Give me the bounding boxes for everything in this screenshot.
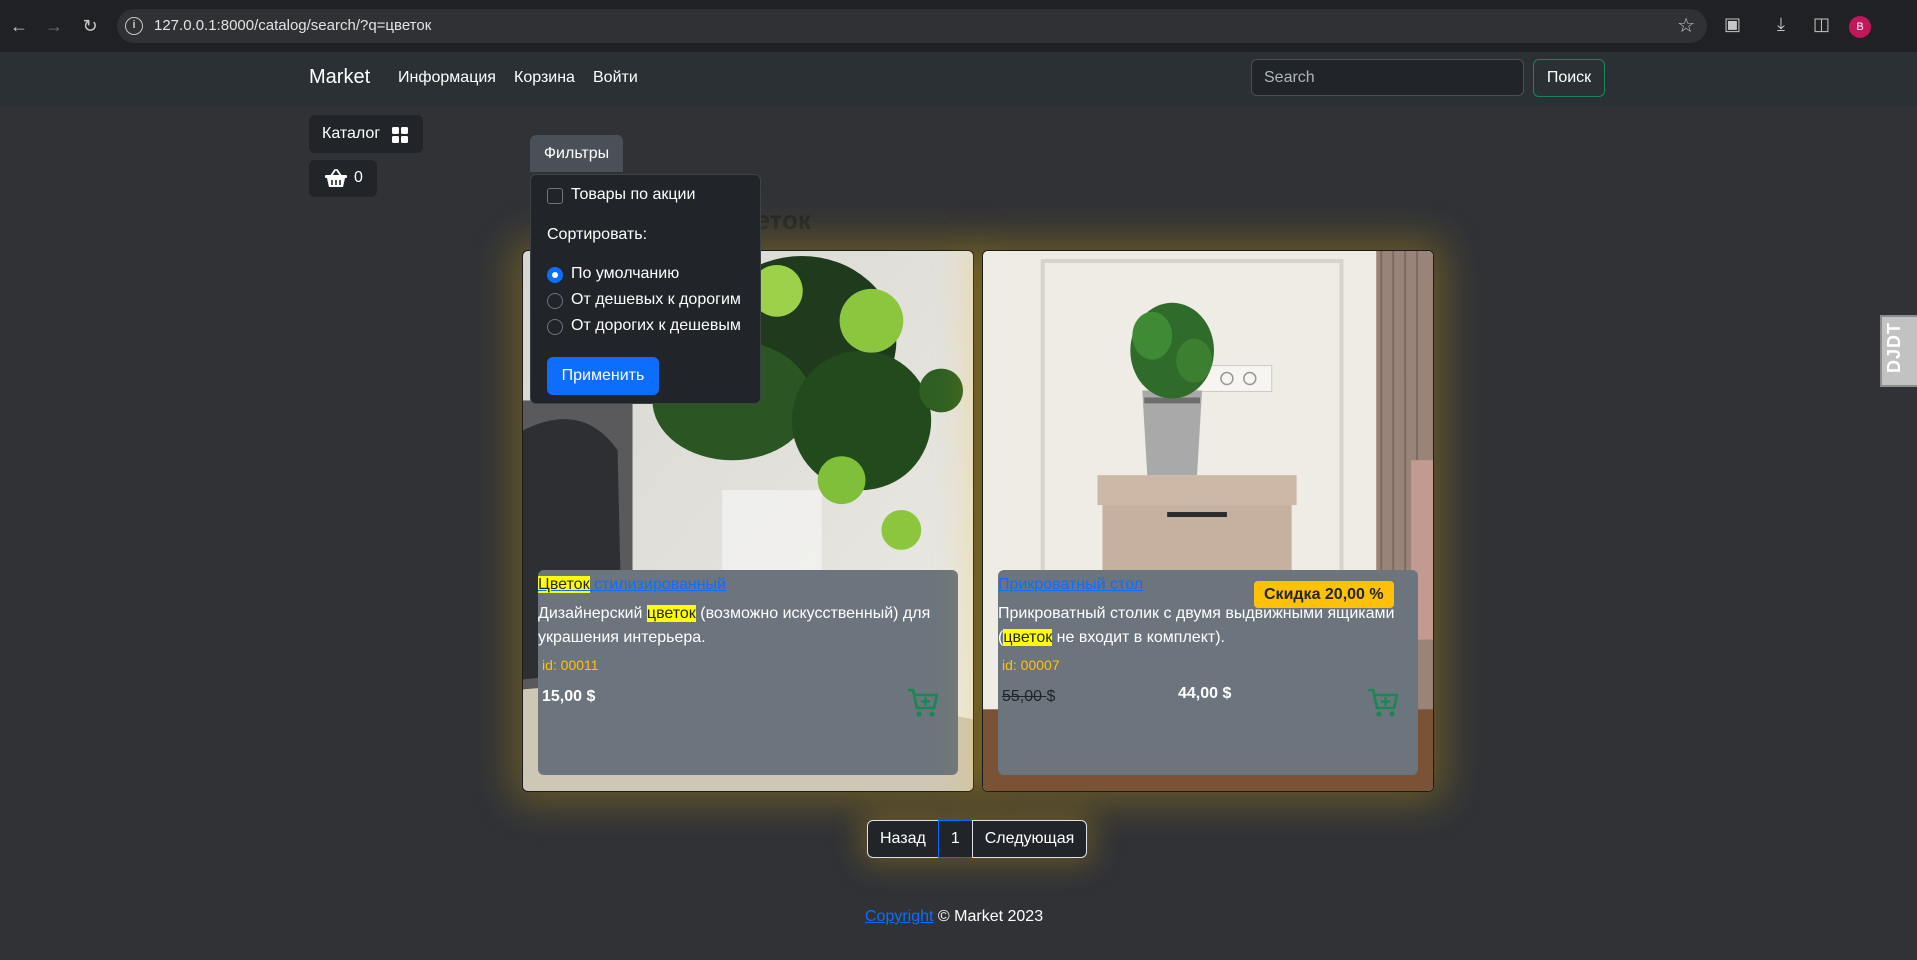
sort-cheap-first-radio[interactable] bbox=[547, 293, 563, 309]
filters-button[interactable]: Фильтры bbox=[530, 135, 623, 172]
nav-link-login[interactable]: Войти bbox=[593, 69, 638, 87]
on-sale-label[interactable]: Товары по акции bbox=[571, 186, 695, 204]
sort-expensive-first-radio[interactable] bbox=[547, 319, 563, 335]
sort-cheap-first-label[interactable]: От дешевых к дорогим bbox=[571, 291, 741, 309]
product-title-link[interactable]: Прикроватный стол bbox=[998, 576, 1143, 594]
add-to-cart-icon[interactable] bbox=[906, 686, 940, 720]
address-bar[interactable]: i 127.0.0.1:8000/catalog/search/?q=цвето… bbox=[117, 9, 1707, 43]
add-to-cart-icon[interactable] bbox=[1366, 686, 1400, 720]
side-panel-icon[interactable]: ◫ bbox=[1813, 14, 1830, 35]
product-description: Дизайнерский цветок (возможно искусствен… bbox=[538, 602, 958, 650]
footer: Copyright © Market 2023 bbox=[865, 908, 1043, 926]
product-card: Скидка 20,00 % Прикроватный стол Прикров… bbox=[982, 250, 1434, 792]
nav-link-cart[interactable]: Корзина bbox=[514, 69, 575, 87]
filters-dropdown: Товары по акции Сортировать: По умолчани… bbox=[530, 174, 761, 404]
product-title-highlight[interactable]: Цветок bbox=[538, 576, 590, 593]
description-part: не входит в комплект). bbox=[1052, 629, 1225, 646]
sort-expensive-first-label[interactable]: От дорогих к дешевым bbox=[571, 317, 741, 335]
catalog-label: Каталог bbox=[322, 125, 381, 142]
description-highlight: цветок bbox=[1003, 629, 1053, 646]
bookmark-star-icon[interactable]: ☆ bbox=[1677, 13, 1695, 38]
product-id: id: 00007 bbox=[1002, 657, 1060, 673]
footer-text: © Market 2023 bbox=[933, 908, 1044, 925]
site-navbar: Market Информация Корзина Войти Search П… bbox=[0, 52, 1917, 106]
description-part: Дизайнерский bbox=[538, 605, 647, 622]
downloads-icon[interactable]: ⤓ bbox=[1777, 14, 1785, 35]
old-price-value: 55,00 bbox=[1002, 688, 1043, 705]
back-icon[interactable]: ← bbox=[7, 14, 31, 38]
catalog-button[interactable]: Каталог bbox=[309, 115, 423, 153]
product-price: 44,00 $ bbox=[1178, 685, 1232, 702]
brand-logo[interactable]: Market bbox=[309, 66, 370, 89]
search-button[interactable]: Поиск bbox=[1533, 59, 1605, 97]
product-id: id: 00011 bbox=[542, 657, 599, 673]
browser-toolbar: ← → ↻ i 127.0.0.1:8000/catalog/search/?q… bbox=[0, 0, 1917, 52]
cart-button[interactable]: 0 bbox=[309, 160, 377, 197]
pagination-prev[interactable]: Назад bbox=[867, 820, 939, 858]
product-description: Прикроватный столик с двумя выдвижными я… bbox=[998, 602, 1418, 650]
discount-badge: Скидка 20,00 % bbox=[1254, 581, 1394, 608]
profile-avatar[interactable]: B bbox=[1849, 16, 1871, 38]
pagination-page-1[interactable]: 1 bbox=[937, 820, 973, 858]
sort-default-label[interactable]: По умолчанию bbox=[571, 265, 679, 283]
description-highlight: цветок bbox=[646, 605, 696, 622]
debug-toolbar-label: DJDT bbox=[1884, 321, 1904, 373]
cart-count: 0 bbox=[354, 169, 363, 186]
old-price-currency: $ bbox=[1046, 688, 1056, 705]
reload-icon[interactable]: ↻ bbox=[78, 14, 102, 38]
product-card-body: Цветок стилизированный Дизайнерский цвет… bbox=[538, 570, 958, 775]
sort-default-radio[interactable] bbox=[547, 267, 563, 283]
debug-toolbar-handle[interactable]: DJDT bbox=[1880, 315, 1917, 387]
product-title-link[interactable]: Цветок стилизированный bbox=[538, 576, 726, 594]
apply-filters-button[interactable]: Применить bbox=[547, 357, 659, 395]
on-sale-checkbox[interactable] bbox=[547, 188, 563, 204]
pagination: Назад 1 Следующая bbox=[867, 820, 1088, 858]
nav-link-info[interactable]: Информация bbox=[398, 69, 496, 87]
site-info-icon[interactable]: i bbox=[125, 17, 143, 35]
search-input[interactable]: Search bbox=[1251, 59, 1524, 96]
url-text[interactable]: 127.0.0.1:8000/catalog/search/?q=цветок bbox=[154, 17, 431, 34]
forward-icon[interactable]: → bbox=[42, 14, 66, 38]
basket-icon bbox=[325, 169, 347, 187]
product-title-rest[interactable]: стилизированный bbox=[590, 576, 726, 593]
extensions-icon[interactable]: ▣ bbox=[1724, 14, 1741, 35]
copyright-link[interactable]: Copyright bbox=[865, 908, 933, 925]
sort-label: Сортировать: bbox=[547, 226, 648, 243]
pagination-next[interactable]: Следующая bbox=[971, 820, 1088, 858]
grid-icon bbox=[392, 127, 408, 143]
old-price: 55,00 $ bbox=[1002, 688, 1055, 706]
product-price: 15,00 $ bbox=[542, 688, 596, 705]
